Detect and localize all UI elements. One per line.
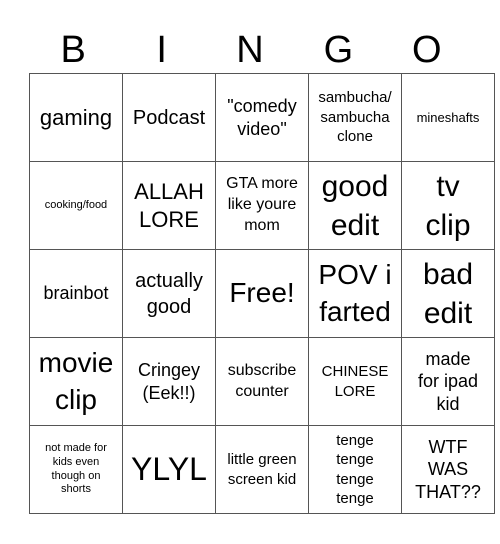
bingo-cell[interactable]: CHINESE LORE [308,337,402,426]
bingo-cell[interactable]: good edit [308,161,402,250]
grid-row: gaming Podcast "comedy video" sambucha/ … [29,73,495,162]
bingo-cell[interactable]: brainbot [29,249,123,338]
bingo-grid: gaming Podcast "comedy video" sambucha/ … [29,73,495,514]
header-letter-b: B [60,29,86,71]
free-space-cell[interactable]: Free! [215,249,309,338]
bingo-cell[interactable]: gaming [29,73,123,162]
bingo-cell[interactable]: "comedy video" [215,73,309,162]
bingo-cell[interactable]: Podcast [122,73,216,162]
bingo-cell[interactable]: tv clip [401,161,495,250]
bingo-cell[interactable]: WTF WAS THAT?? [401,425,495,514]
header-letter-g: G [323,29,354,71]
bingo-cell[interactable]: actually good [122,249,216,338]
bingo-cell[interactable]: GTA more like youre mom [215,161,309,250]
grid-row: not made for kids even though on shorts … [29,425,495,514]
bingo-cell[interactable]: cooking/food [29,161,123,250]
header-letter-n: N [236,29,264,71]
bingo-cell[interactable]: not made for kids even though on shorts [29,425,123,514]
bingo-cell[interactable]: mineshafts [401,73,495,162]
bingo-cell[interactable]: sambucha/ sambucha clone [308,73,402,162]
bingo-cell[interactable]: subscribe counter [215,337,309,426]
bingo-cell[interactable]: YLYL [122,425,216,514]
grid-row: cooking/food ALLAH LORE GTA more like yo… [29,161,495,250]
bingo-cell[interactable]: little green screen kid [215,425,309,514]
bingo-cell[interactable]: made for ipad kid [401,337,495,426]
header-letter-o: O [412,29,442,71]
bingo-header: B I N G O [29,28,471,73]
bingo-cell[interactable]: POV i farted [308,249,402,338]
grid-row: brainbot actually good Free! POV i farte… [29,249,495,338]
bingo-cell[interactable]: movie clip [29,337,123,426]
header-letter-i: I [156,29,167,71]
bingo-cell[interactable]: tenge tenge tenge tenge [308,425,402,514]
grid-row: movie clip Cringey (Eek!!) subscribe cou… [29,337,495,426]
bingo-cell[interactable]: Cringey (Eek!!) [122,337,216,426]
bingo-cell[interactable]: ALLAH LORE [122,161,216,250]
bingo-cell[interactable]: bad edit [401,249,495,338]
